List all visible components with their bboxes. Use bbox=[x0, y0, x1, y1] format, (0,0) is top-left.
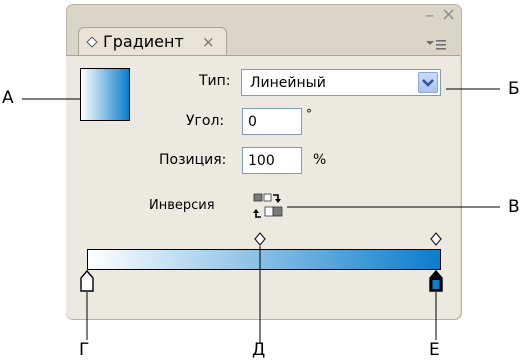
midpoint-diamond-icon[interactable] bbox=[430, 232, 442, 246]
color-stop-icon[interactable] bbox=[429, 269, 443, 292]
callout-e: Е bbox=[429, 340, 440, 360]
color-stop-icon[interactable] bbox=[80, 269, 94, 292]
stops-and-leaders bbox=[22, 88, 500, 343]
midpoint-diamond-icon[interactable] bbox=[254, 232, 266, 246]
callout-v: В bbox=[508, 197, 520, 217]
callout-d: Д bbox=[252, 340, 266, 360]
callout-g: Г bbox=[79, 340, 90, 360]
callout-b: Б bbox=[508, 79, 520, 99]
callout-a: А bbox=[2, 88, 14, 108]
